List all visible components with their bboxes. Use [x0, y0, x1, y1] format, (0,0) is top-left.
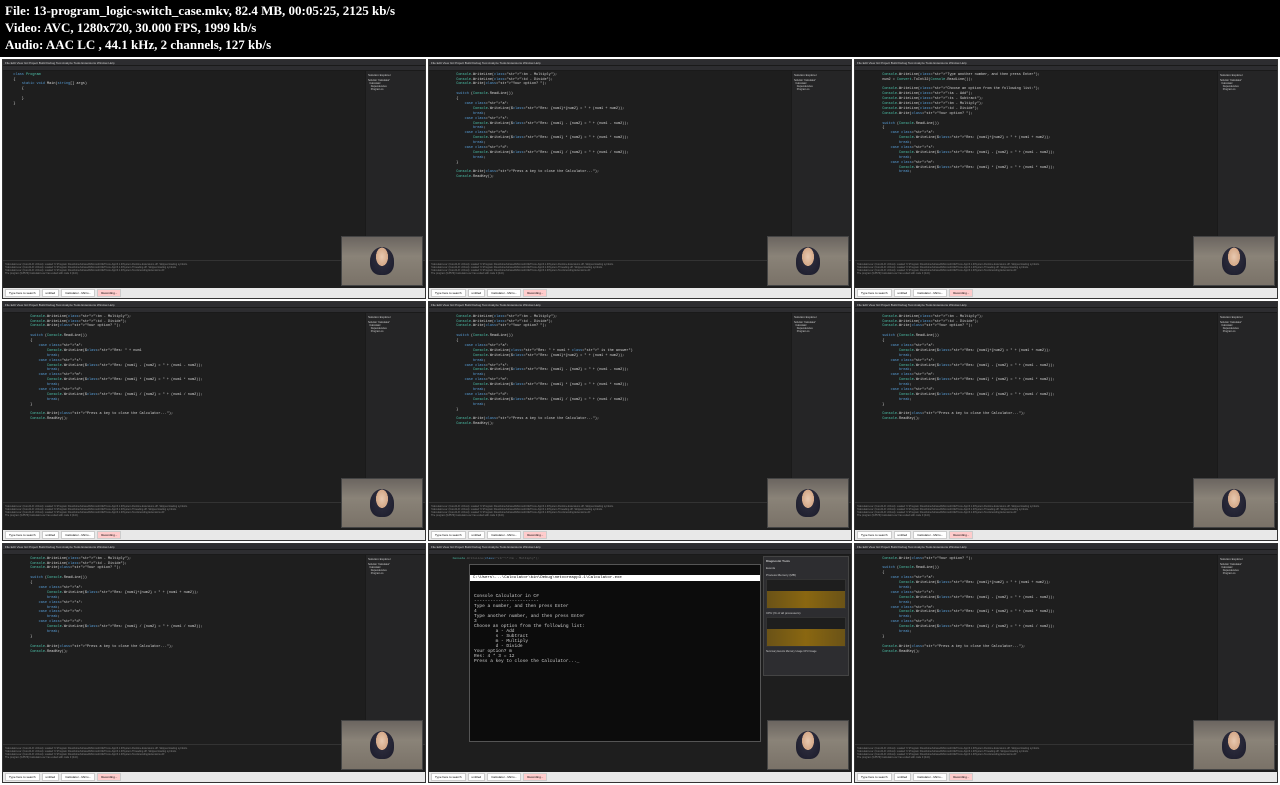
taskbar-item[interactable]: Calculator - Micro...	[913, 289, 947, 297]
taskbar-search[interactable]: Type here to search	[5, 773, 40, 781]
windows-taskbar[interactable]: Type here to search untitled Calculator …	[3, 288, 425, 298]
code-editor[interactable]: Console.WriteLine(class="str">"\tm - Mul…	[855, 313, 1217, 502]
thumbnail-5[interactable]: File Edit View Git Project Build Debug T…	[428, 301, 852, 541]
windows-taskbar[interactable]: Type here to search untitled Calculator …	[429, 530, 851, 540]
taskbar-item[interactable]: Calculator - Micro...	[913, 773, 947, 781]
taskbar-item[interactable]: untitled	[42, 531, 60, 539]
thumbnail-9[interactable]: File Edit View Git Project Build Debug T…	[854, 543, 1278, 783]
taskbar-search[interactable]: Type here to search	[431, 531, 466, 539]
taskbar-item[interactable]: Recording...	[949, 289, 973, 297]
taskbar-item[interactable]: untitled	[468, 531, 486, 539]
webcam-overlay	[341, 236, 423, 286]
console-output: Console Calculator in C# ---------------…	[474, 594, 756, 664]
thumbnail-2[interactable]: File Edit View Git Project Build Debug T…	[428, 59, 852, 299]
taskbar-search[interactable]: Type here to search	[857, 531, 892, 539]
thumbnail-8[interactable]: File Edit View Git Project Build Debug T…	[428, 543, 852, 783]
thumbnail-3[interactable]: File Edit View Git Project Build Debug T…	[854, 59, 1278, 299]
code-editor[interactable]: Console.WriteLine(class="str">"\tm - Mul…	[429, 71, 791, 260]
taskbar-search[interactable]: Type here to search	[857, 773, 892, 781]
thumbnail-7[interactable]: File Edit View Git Project Build Debug T…	[2, 543, 426, 783]
webcam-overlay	[1193, 236, 1275, 286]
windows-taskbar[interactable]: Type here to search untitled Calculator …	[429, 288, 851, 298]
solution-explorer[interactable]: Solution Explorer Solution 'Calculator' …	[365, 71, 425, 260]
webcam-overlay	[767, 236, 849, 286]
taskbar-item[interactable]: Recording...	[97, 531, 121, 539]
webcam-overlay	[1193, 720, 1275, 770]
solution-explorer[interactable]: Solution Explorer Solution 'Calculator' …	[791, 71, 851, 260]
code-editor[interactable]: Console.WriteLine(class="str">"\tm - Mul…	[3, 313, 365, 502]
solution-explorer[interactable]: Solution Explorer Solution 'Calculator' …	[365, 555, 425, 744]
taskbar-search[interactable]: Type here to search	[857, 289, 892, 297]
taskbar-item[interactable]: Recording...	[523, 773, 547, 781]
taskbar-item[interactable]: untitled	[894, 531, 912, 539]
taskbar-item[interactable]: Calculator - Micro...	[487, 531, 521, 539]
taskbar-item[interactable]: untitled	[894, 773, 912, 781]
solution-explorer[interactable]: Solution Explorer Solution 'Calculator' …	[1217, 71, 1277, 260]
webcam-overlay	[341, 478, 423, 528]
taskbar-item[interactable]: Calculator - Micro...	[487, 289, 521, 297]
taskbar-item[interactable]: Calculator - Micro...	[61, 773, 95, 781]
taskbar-item[interactable]: Recording...	[97, 289, 121, 297]
code-editor[interactable]: Console.Write(class="str">"Your option? …	[855, 555, 1217, 744]
windows-taskbar[interactable]: Type here to search untitled Calculator …	[855, 530, 1277, 540]
thumbnail-4[interactable]: File Edit View Git Project Build Debug T…	[2, 301, 426, 541]
taskbar-item[interactable]: Recording...	[97, 773, 121, 781]
solution-explorer[interactable]: Solution Explorer Solution 'Calculator' …	[365, 313, 425, 502]
file-info-header: File: 13-program_logic-switch_case.mkv, …	[0, 0, 1280, 57]
taskbar-item[interactable]: Calculator - Micro...	[61, 531, 95, 539]
memory-chart	[766, 579, 846, 609]
file-info-line3: Audio: AAC LC , 44.1 kHz, 2 channels, 12…	[5, 37, 1275, 54]
webcam-overlay	[767, 720, 849, 770]
code-editor[interactable]: Console.WriteLine(class="str">"\tm - Mul…	[3, 555, 365, 744]
diagnostic-tools[interactable]: Diagnostic Tools Events Process Memory (…	[763, 556, 849, 676]
taskbar-item[interactable]: Recording...	[523, 531, 547, 539]
taskbar-item[interactable]: untitled	[468, 289, 486, 297]
console-window[interactable]: C:\Users\...\Calculator\bin\Debug\netcor…	[469, 564, 761, 742]
taskbar-item[interactable]: untitled	[894, 289, 912, 297]
solution-explorer[interactable]: Solution Explorer Solution 'Calculator' …	[1217, 313, 1277, 502]
code-editor[interactable]: Console.WriteLine(class="str">"\tm - Mul…	[429, 313, 791, 502]
thumbnail-1[interactable]: File Edit View Git Project Build Debug T…	[2, 59, 426, 299]
taskbar-search[interactable]: Type here to search	[5, 531, 40, 539]
webcam-overlay	[767, 478, 849, 528]
windows-taskbar[interactable]: Type here to search untitled Calculator …	[429, 772, 851, 782]
taskbar-item[interactable]: Calculator - Micro...	[61, 289, 95, 297]
taskbar-search[interactable]: Type here to search	[5, 289, 40, 297]
windows-taskbar[interactable]: Type here to search untitled Calculator …	[855, 288, 1277, 298]
console-title: C:\Users\...\Calculator\bin\Debug\netcor…	[470, 575, 760, 581]
solution-explorer[interactable]: Solution Explorer Solution 'Calculator' …	[791, 313, 851, 502]
code-editor[interactable]: Console.WriteLine(class="str">"Type anot…	[855, 71, 1217, 260]
file-info-line2: Video: AVC, 1280x720, 30.000 FPS, 1999 k…	[5, 20, 1275, 37]
taskbar-search[interactable]: Type here to search	[431, 289, 466, 297]
taskbar-item[interactable]: Calculator - Micro...	[913, 531, 947, 539]
file-info-line1: File: 13-program_logic-switch_case.mkv, …	[5, 3, 1275, 20]
thumbnail-6[interactable]: File Edit View Git Project Build Debug T…	[854, 301, 1278, 541]
taskbar-item[interactable]: untitled	[42, 773, 60, 781]
solution-explorer[interactable]: Solution Explorer Solution 'Calculator' …	[1217, 555, 1277, 744]
taskbar-item[interactable]: untitled	[468, 773, 486, 781]
taskbar-item[interactable]: Recording...	[949, 531, 973, 539]
windows-taskbar[interactable]: Type here to search untitled Calculator …	[3, 772, 425, 782]
code-editor[interactable]: class Program { static void Main(string[…	[3, 71, 365, 260]
windows-taskbar[interactable]: Type here to search untitled Calculator …	[3, 530, 425, 540]
thumbnail-grid: File Edit View Git Project Build Debug T…	[0, 57, 1280, 785]
windows-taskbar[interactable]: Type here to search untitled Calculator …	[855, 772, 1277, 782]
taskbar-item[interactable]: Calculator - Micro...	[487, 773, 521, 781]
cpu-chart	[766, 617, 846, 647]
webcam-overlay	[341, 720, 423, 770]
taskbar-item[interactable]: Recording...	[949, 773, 973, 781]
webcam-overlay	[1193, 478, 1275, 528]
taskbar-item[interactable]: untitled	[42, 289, 60, 297]
taskbar-search[interactable]: Type here to search	[431, 773, 466, 781]
taskbar-item[interactable]: Recording...	[523, 289, 547, 297]
